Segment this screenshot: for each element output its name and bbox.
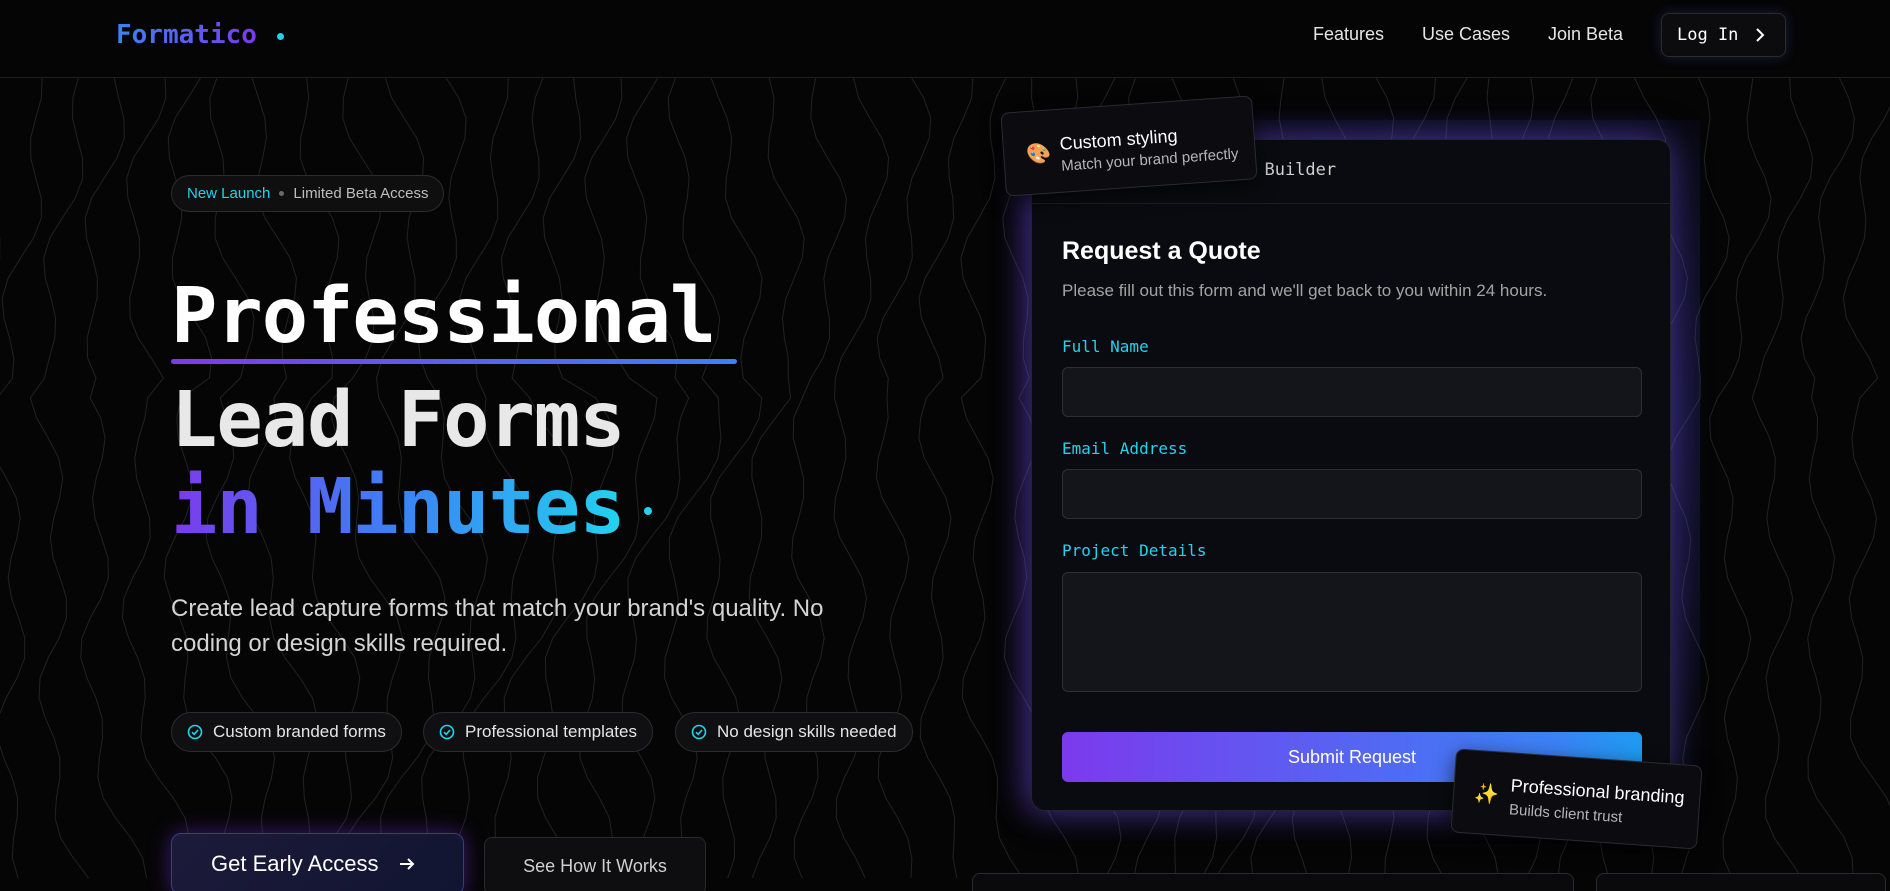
contour-line (1842, 105, 1890, 808)
feature-chip: Professional templates (423, 712, 653, 752)
contour-line (29, 78, 89, 879)
contour-line (1751, 78, 1814, 879)
contour-line (875, 78, 932, 879)
chevron-right-icon (1756, 28, 1765, 42)
check-circle-icon (439, 724, 455, 740)
headline-dot (644, 507, 652, 515)
form-description: Please fill out this form and we'll get … (1062, 281, 1548, 300)
badge-separator (279, 191, 285, 196)
contour-line (664, 78, 722, 879)
contour-line (1800, 78, 1855, 879)
contour-line (621, 78, 690, 879)
sparkles-icon: ✨ (1473, 782, 1500, 807)
full-name-label: Full Name (1062, 337, 1149, 356)
card-header-title: m Builder (1244, 160, 1337, 180)
contour-line (833, 78, 890, 879)
chip-label: Custom branded forms (213, 722, 386, 741)
professional-branding-tag: ✨ Professional branding Builds client tr… (1450, 748, 1703, 850)
form-title: Request a Quote (1062, 237, 1261, 265)
contour-line (748, 78, 805, 879)
headline-line-1: Professional (171, 272, 716, 361)
bottom-card (1596, 873, 1886, 891)
launch-badge: New Launch Limited Beta Access (171, 175, 445, 212)
custom-styling-tag: 🎨 Custom styling Match your brand perfec… (1000, 95, 1258, 197)
project-details-textarea[interactable] (1062, 572, 1642, 692)
tag-subtitle: Builds client trust (1508, 801, 1623, 827)
cta-label: Get Early Access (211, 851, 379, 876)
email-label: Email Address (1062, 439, 1188, 458)
logo-dot (277, 33, 284, 40)
headline-line-3: in Minutes (171, 463, 626, 552)
get-early-access-button[interactable]: Get Early Access (171, 833, 464, 891)
badge-new: New Launch (187, 185, 271, 202)
login-label: Log In (1677, 25, 1739, 45)
form-preview-card: m Builder Request a Quote Please fill ou… (1031, 139, 1671, 811)
logo[interactable]: Formatico (116, 20, 257, 50)
feature-chip: No design skills needed (675, 712, 913, 752)
nav-link-use-cases[interactable]: Use Cases (1422, 24, 1510, 45)
see-how-it-works-button[interactable]: See How It Works (484, 837, 706, 891)
check-circle-icon (691, 724, 707, 740)
contour-line (791, 78, 847, 879)
check-circle-icon (187, 724, 203, 740)
contour-line (706, 78, 763, 879)
top-navigation: Formatico Features Use Cases Join Beta L… (0, 0, 1890, 78)
project-details-label: Project Details (1062, 541, 1207, 560)
contour-line (0, 78, 43, 879)
badge-text: Limited Beta Access (293, 185, 429, 202)
arrow-right-icon (399, 858, 414, 870)
palette-icon: 🎨 (1025, 142, 1053, 167)
headline-underline (171, 359, 737, 364)
hero-subtitle: Create lead capture forms that match you… (171, 595, 824, 657)
contour-line (1709, 78, 1772, 879)
login-button[interactable]: Log In (1661, 13, 1786, 57)
full-name-input[interactable] (1062, 367, 1642, 417)
email-input[interactable] (1062, 469, 1642, 519)
chip-label: No design skills needed (717, 722, 897, 741)
headline-line-2: Lead Forms (171, 376, 626, 465)
nav-link-join-beta[interactable]: Join Beta (1548, 24, 1623, 45)
nav-link-features[interactable]: Features (1313, 24, 1384, 45)
bottom-card (972, 873, 1574, 891)
chip-label: Professional templates (465, 722, 637, 741)
feature-chip: Custom branded forms (171, 712, 402, 752)
contour-line (918, 78, 974, 879)
